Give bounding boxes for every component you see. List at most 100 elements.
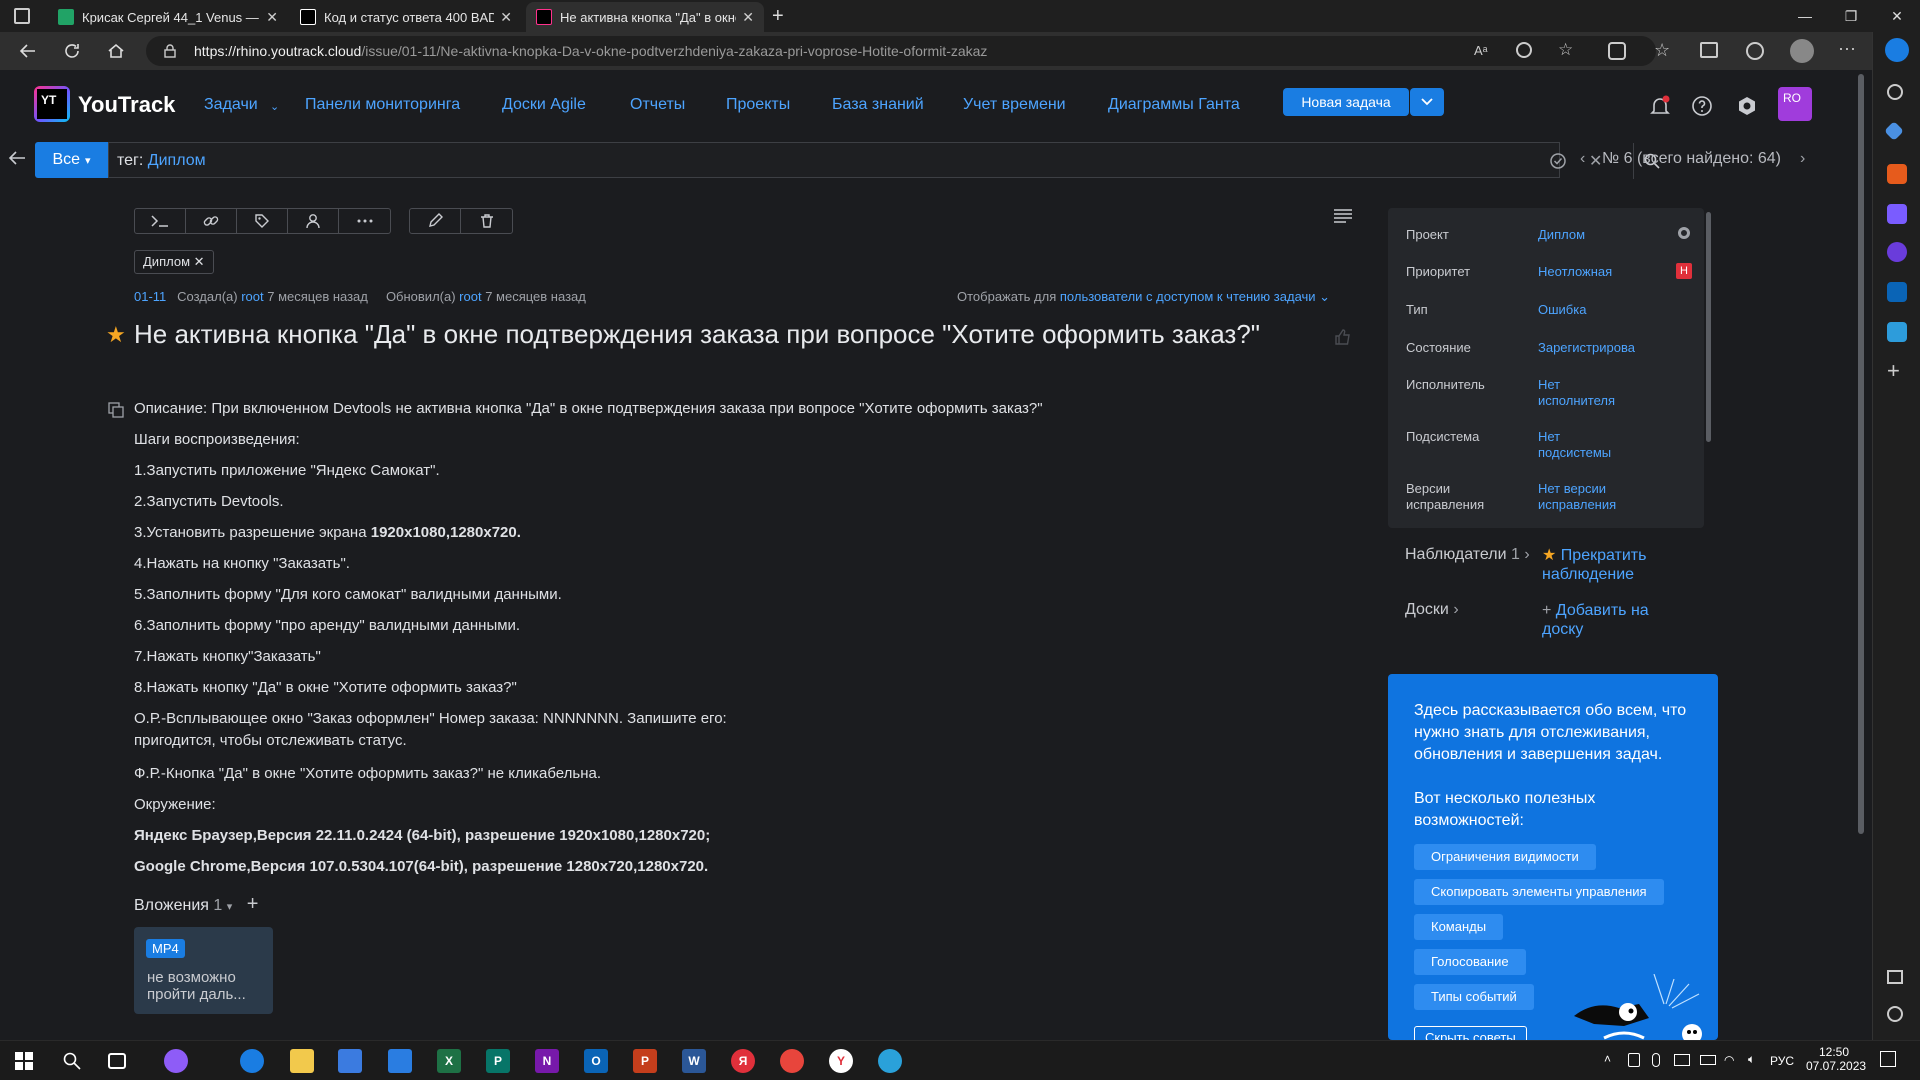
minimize-icon[interactable]: — bbox=[1782, 0, 1828, 32]
drop-icon[interactable] bbox=[1887, 322, 1907, 342]
admin-gear-icon[interactable] bbox=[1733, 92, 1761, 120]
notification-center-icon[interactable] bbox=[1880, 1051, 1896, 1067]
search-input[interactable]: тег: Диплом ✕ bbox=[108, 142, 1660, 179]
powerpoint-icon[interactable]: P bbox=[633, 1049, 657, 1073]
chevron-down-icon[interactable]: ⌄ bbox=[270, 100, 279, 113]
clear-search-icon[interactable]: ✕ bbox=[1589, 151, 1602, 171]
yandex-icon[interactable]: Я bbox=[731, 1049, 755, 1073]
volume-icon[interactable]: 🔈︎ bbox=[1748, 1052, 1755, 1067]
field-settings-icon[interactable] bbox=[1678, 227, 1690, 239]
search-icon[interactable] bbox=[1887, 84, 1903, 100]
outlook-icon[interactable]: O bbox=[584, 1049, 608, 1073]
profile-avatar[interactable] bbox=[1790, 39, 1814, 63]
prev-issue-icon[interactable]: ‹ bbox=[1580, 150, 1585, 168]
mail-icon[interactable] bbox=[388, 1049, 412, 1073]
zoom-icon[interactable] bbox=[1516, 42, 1532, 58]
sidebar-toggle-icon[interactable] bbox=[1887, 970, 1903, 984]
star-icon[interactable]: ★ bbox=[106, 322, 126, 348]
remove-tag-icon[interactable]: ✕ bbox=[194, 254, 205, 269]
assignee-icon[interactable] bbox=[288, 209, 339, 233]
tip-copy-controls[interactable]: Скопировать элементы управления bbox=[1414, 879, 1664, 905]
assistant-icon[interactable] bbox=[164, 1049, 188, 1073]
next-issue-icon[interactable]: › bbox=[1800, 150, 1805, 168]
chrome-icon[interactable] bbox=[780, 1049, 804, 1073]
word-icon[interactable]: W bbox=[682, 1049, 706, 1073]
close-icon[interactable]: ✕ bbox=[742, 9, 754, 26]
close-icon[interactable]: ✕ bbox=[500, 9, 512, 26]
add-attachment-icon[interactable]: + bbox=[247, 893, 259, 915]
excel-icon[interactable]: X bbox=[437, 1049, 461, 1073]
restore-icon[interactable]: ❐ bbox=[1828, 0, 1874, 32]
delete-icon[interactable] bbox=[461, 209, 512, 233]
outlook-icon[interactable] bbox=[1887, 282, 1907, 302]
visibility-setting[interactable]: Отображать для пользователи с доступом к… bbox=[957, 289, 1330, 305]
close-window-icon[interactable]: ✕ bbox=[1874, 0, 1920, 32]
close-icon[interactable]: ✕ bbox=[266, 9, 278, 26]
stop-watching-link[interactable]: ★ Прекратить наблюдение bbox=[1542, 546, 1682, 584]
nav-knowledge-base[interactable]: База знаний bbox=[832, 96, 924, 114]
command-icon[interactable] bbox=[135, 209, 186, 233]
boards-toggle[interactable]: Доски › bbox=[1405, 601, 1459, 619]
favorites-icon[interactable]: ☆ bbox=[1654, 40, 1670, 61]
file-explorer-icon[interactable] bbox=[290, 1049, 314, 1073]
more-icon[interactable]: ··· bbox=[1838, 38, 1856, 59]
new-tab-icon[interactable]: + bbox=[772, 5, 784, 28]
back-arrow-icon[interactable] bbox=[8, 150, 26, 166]
fields-scrollbar[interactable] bbox=[1706, 212, 1711, 442]
edit-icon[interactable] bbox=[410, 209, 461, 233]
nav-projects[interactable]: Проекты bbox=[726, 96, 790, 114]
back-icon[interactable] bbox=[14, 37, 42, 65]
store-icon[interactable] bbox=[338, 1049, 362, 1073]
windows-start-icon[interactable] bbox=[12, 1049, 36, 1073]
tray-chevron-icon[interactable]: ˄ bbox=[1604, 1052, 1611, 1066]
vote-thumb-icon[interactable] bbox=[1334, 328, 1352, 346]
language-indicator[interactable]: РУС bbox=[1770, 1054, 1794, 1068]
onenote-icon[interactable]: N bbox=[535, 1049, 559, 1073]
battery-icon[interactable] bbox=[1700, 1055, 1716, 1065]
wifi-icon[interactable]: ◠ bbox=[1724, 1053, 1734, 1067]
hide-tips-button[interactable]: Скрыть советы bbox=[1414, 1026, 1527, 1040]
save-search-icon[interactable] bbox=[1549, 152, 1567, 170]
url-field[interactable]: https://rhino.youtrack.cloud/issue/01-11… bbox=[146, 36, 1656, 66]
attachment-card[interactable]: MP4 не возможно пройти даль... bbox=[134, 927, 273, 1014]
games-icon[interactable] bbox=[1887, 204, 1907, 224]
more-actions-icon[interactable] bbox=[339, 209, 390, 233]
activity-list-icon[interactable] bbox=[1333, 208, 1353, 224]
help-icon[interactable] bbox=[1688, 92, 1716, 120]
nav-agile-boards[interactable]: Доски Agile bbox=[502, 96, 586, 114]
home-icon[interactable] bbox=[102, 37, 130, 65]
nav-reports[interactable]: Отчеты bbox=[630, 96, 685, 114]
clock[interactable]: 12:50 07.07.2023 bbox=[1806, 1045, 1866, 1073]
browser-tab-1[interactable]: Крисак Сергей 44_1 Venus — да ✕ bbox=[48, 2, 288, 32]
tab-actions-icon[interactable] bbox=[14, 8, 30, 24]
nav-time-tracking[interactable]: Учет времени bbox=[963, 96, 1066, 114]
reload-icon[interactable] bbox=[58, 37, 86, 65]
search-scope-dropdown[interactable]: Все ▾ bbox=[35, 142, 108, 178]
performance-icon[interactable] bbox=[1746, 42, 1764, 60]
read-aloud-icon[interactable]: Aᵃ bbox=[1474, 43, 1488, 58]
shopping-tag-icon[interactable] bbox=[1884, 121, 1904, 141]
new-task-button[interactable]: Новая задача bbox=[1283, 88, 1409, 116]
new-task-dropdown[interactable] bbox=[1410, 88, 1444, 116]
extensions-icon[interactable] bbox=[1608, 42, 1626, 60]
office-icon[interactable] bbox=[1887, 242, 1907, 262]
issue-id[interactable]: 01-11 bbox=[134, 289, 166, 304]
nav-issues[interactable]: Задачи bbox=[204, 96, 258, 114]
updater-link[interactable]: root bbox=[459, 289, 481, 304]
collections-icon[interactable] bbox=[1700, 42, 1718, 58]
tip-event-types[interactable]: Типы событий bbox=[1414, 984, 1534, 1010]
tip-visibility[interactable]: Ограничения видимости bbox=[1414, 844, 1596, 870]
yandex-browser-icon[interactable]: Y bbox=[829, 1049, 853, 1073]
nav-gantt[interactable]: Диаграммы Ганта bbox=[1108, 96, 1240, 114]
task-view-icon[interactable] bbox=[108, 1053, 126, 1069]
add-sidebar-icon[interactable]: + bbox=[1887, 358, 1900, 384]
camera-icon[interactable] bbox=[1674, 1054, 1690, 1066]
add-to-board-link[interactable]: + Добавить на доску bbox=[1542, 601, 1682, 639]
link-icon[interactable] bbox=[186, 209, 237, 233]
avatar[interactable]: RO bbox=[1778, 87, 1812, 121]
creator-link[interactable]: root bbox=[241, 289, 263, 304]
nav-dashboards[interactable]: Панели мониторинга bbox=[305, 96, 460, 114]
telegram-icon[interactable] bbox=[878, 1049, 902, 1073]
copy-description-icon[interactable] bbox=[108, 402, 124, 418]
browser-tab-2[interactable]: Код и статус ответа 400 BAD RE ✕ bbox=[290, 2, 522, 32]
